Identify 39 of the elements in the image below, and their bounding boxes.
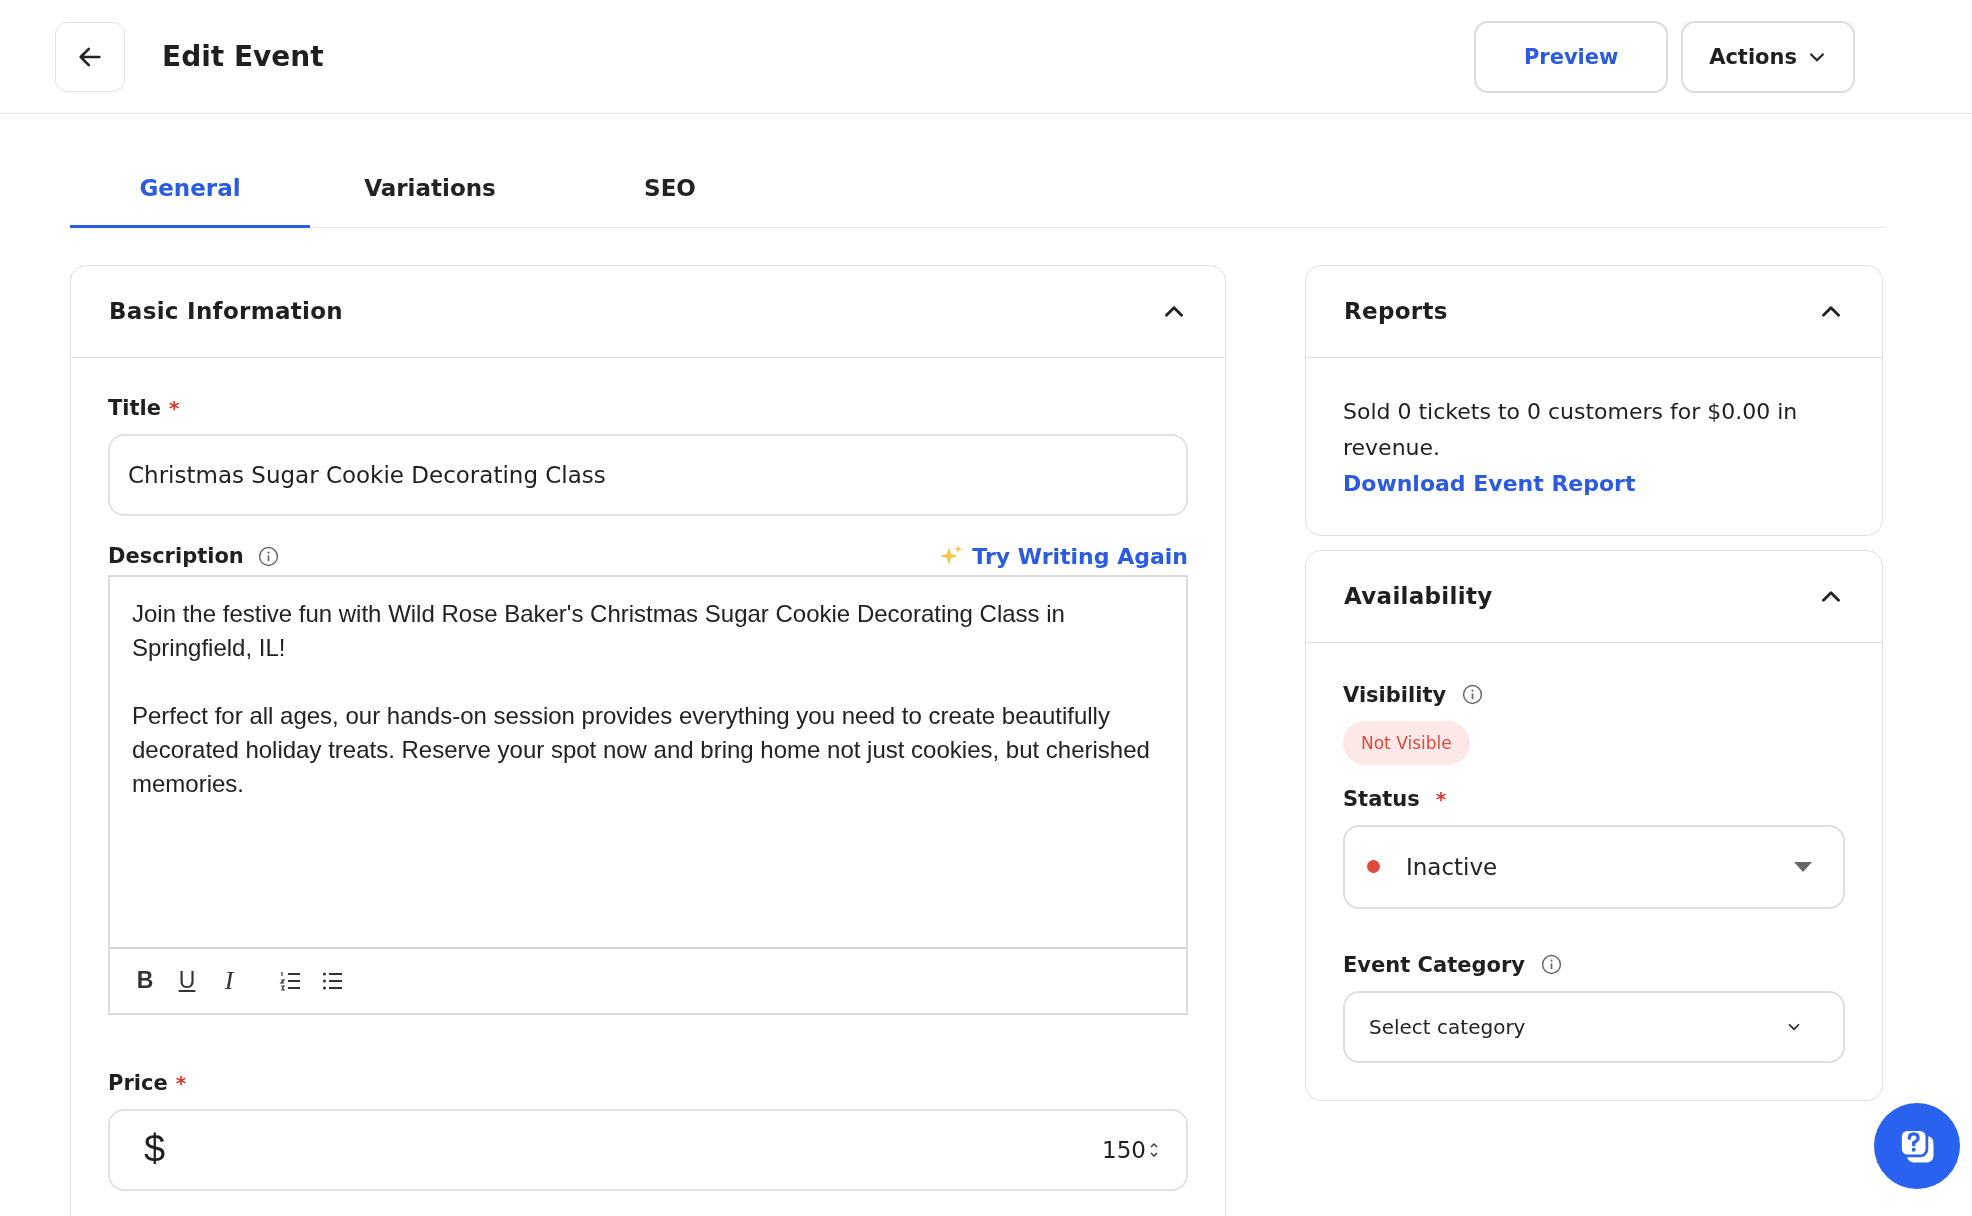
required-mark: * (175, 1070, 187, 1095)
card-title: Basic Information (109, 298, 343, 324)
dropdown-triangle-icon (1793, 860, 1813, 873)
field-label: Visibility (1343, 682, 1447, 707)
visibility-badge: Not Visible (1343, 720, 1470, 765)
price-value: 150 (1102, 1136, 1146, 1163)
info-icon[interactable] (1462, 684, 1484, 705)
field-label: Event Category (1343, 952, 1525, 977)
preview-button[interactable]: Preview (1474, 20, 1669, 93)
description-paragraph: Join the festive fun with Wild Rose Baker's Christmas Sugar Cookie Decorating Class in Springfield, IL! (132, 598, 1066, 663)
info-icon[interactable] (1540, 954, 1562, 975)
field-label: Description (108, 544, 244, 568)
italic-button[interactable]: I (212, 963, 246, 998)
back-button[interactable] (55, 21, 125, 92)
required-mark: * (169, 395, 180, 420)
title-input[interactable]: Christmas Sugar Cookie Decorating Class (108, 433, 1188, 516)
required-mark: * (1435, 786, 1447, 811)
status-select[interactable]: Inactive (1343, 824, 1845, 909)
tab[interactable]: Variations (310, 150, 550, 228)
category-select[interactable]: Select category (1343, 990, 1845, 1063)
description-editor[interactable] (108, 574, 1188, 1015)
try-writing-again-link[interactable]: Try Writing Again (940, 543, 1188, 569)
actions-button[interactable]: Actions (1681, 20, 1855, 93)
price-input[interactable]: $ 150 (108, 1108, 1188, 1191)
page-title: Edit Event (162, 40, 325, 73)
currency-symbol: $ (144, 1128, 166, 1171)
card-title: Reports (1344, 298, 1448, 324)
underline-button[interactable]: U (170, 963, 204, 998)
tab[interactable]: General (70, 150, 310, 228)
tab[interactable]: SEO (550, 150, 790, 228)
field-label: Title (108, 395, 161, 420)
description-paragraph: Perfect for all ages, our hands-on session provides everything you need to create beautifully decorated holiday treats. Reserve your spot now and bring home not just cookies, but cherished memories. (132, 700, 1151, 799)
sales-summary: Sold 0 tickets to 0 customers for $0.00 in revenue. (1343, 397, 1799, 462)
info-icon[interactable] (257, 545, 279, 567)
download-report-link[interactable]: Download Event Report (1343, 470, 1636, 496)
card-title: Availability (1344, 583, 1493, 609)
bold-button[interactable]: B (128, 963, 162, 998)
field-label: Price (108, 1070, 168, 1095)
field-label: Status (1343, 786, 1420, 811)
